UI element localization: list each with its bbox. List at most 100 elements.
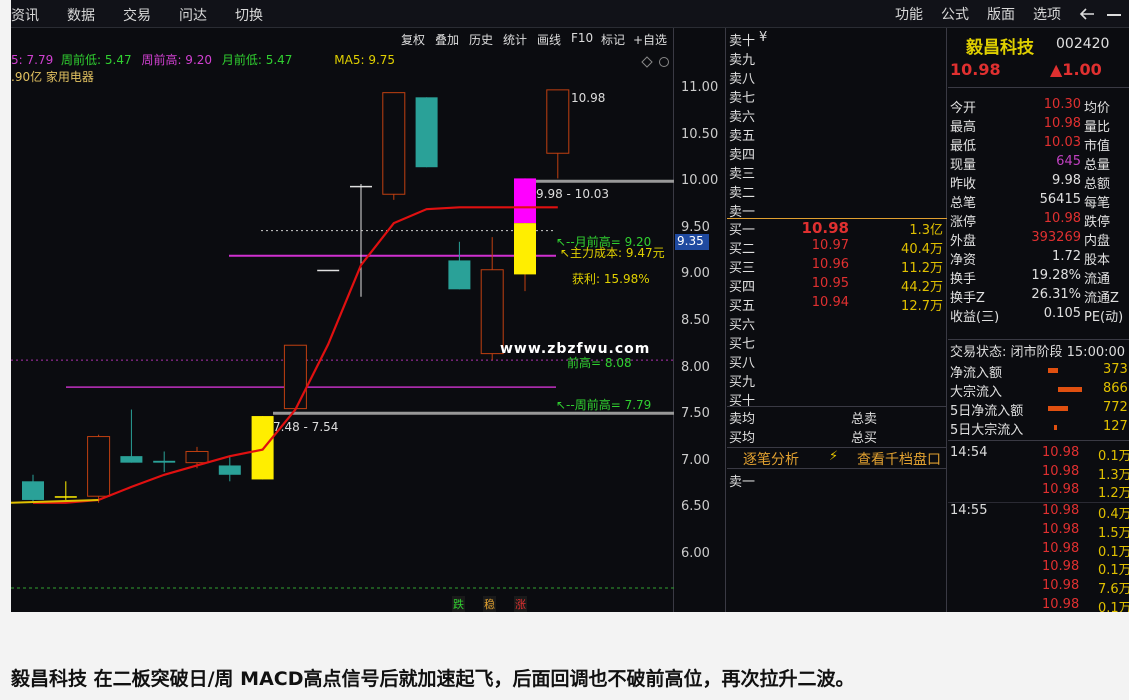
buy-level-label: 买五 — [729, 299, 756, 314]
menu-news[interactable]: 资讯 — [11, 5, 39, 25]
buy-level-8[interactable]: 买八 — [727, 352, 947, 371]
buy-level-2[interactable]: 买二 10.97 40.4万 — [727, 238, 947, 257]
menu-layout[interactable]: 版面 — [987, 4, 1015, 24]
quote-row-value: 9.98 — [1052, 173, 1081, 188]
candle-6 — [218, 456, 241, 482]
quote-row: 总笔 56415 每笔 — [948, 192, 1129, 211]
minimize-icon[interactable] — [1107, 14, 1121, 18]
sell-level-label: 卖十 — [729, 34, 756, 49]
buy-level-volume: 1.3亿 — [909, 223, 943, 238]
buy-level-1[interactable]: 买一 10.98 1.3亿 — [727, 219, 947, 238]
tool-f10[interactable]: F10 — [571, 31, 593, 45]
sell-level-6[interactable]: 卖六 — [727, 106, 947, 125]
menu-functions[interactable]: 功能 — [895, 4, 923, 24]
buy-level-price: 10.94 — [811, 295, 849, 310]
avg-buy-label: 买均 — [729, 431, 756, 446]
buy-level-9[interactable]: 买九 — [727, 371, 947, 390]
sell-level-label: 卖六 — [729, 110, 756, 125]
sell-level-8[interactable]: 卖八 — [727, 68, 947, 87]
buy-level-5[interactable]: 买五 10.94 12.7万 — [727, 295, 947, 314]
menu-formula[interactable]: 公式 — [941, 4, 969, 24]
buy-level-3[interactable]: 买三 10.96 11.2万 — [727, 257, 947, 276]
axis-tick-label: 7.00 — [681, 452, 710, 468]
sell-level-9[interactable]: 卖九 — [727, 49, 947, 68]
tool-history[interactable]: 历史 — [469, 31, 493, 48]
sell-level-7[interactable]: 卖七 — [727, 87, 947, 106]
sell-level-2[interactable]: 卖二 — [727, 182, 947, 201]
annotation-week-high: ↖--周前高= 7.79 — [556, 398, 652, 412]
candle-15 — [514, 178, 536, 292]
tab-tick-analysis[interactable]: 逐笔分析 — [743, 449, 799, 469]
price-change: ▲1.00 — [1050, 60, 1102, 79]
quote-row-value: 10.03 — [1043, 135, 1081, 150]
total-buy-label: 总买 — [851, 431, 878, 446]
tag-fall[interactable]: 跌 — [452, 596, 465, 612]
buy-level-4[interactable]: 买四 10.95 44.2万 — [727, 276, 947, 295]
buy-level-7[interactable]: 买七 — [727, 333, 947, 352]
sell-one-label: 卖一 — [729, 475, 756, 490]
menu-trade[interactable]: 交易 — [123, 5, 151, 25]
tag-stable[interactable]: 稳 — [483, 596, 496, 612]
buy-level-price: 10.97 — [811, 238, 849, 253]
quote-row-label2: PE(动) — [1084, 310, 1124, 325]
circle-icon[interactable] — [658, 56, 670, 68]
quote-row-label2: 总额 — [1084, 177, 1111, 192]
ma-early-line — [11, 498, 99, 504]
tick-row: 14:54 10.98 0.1万 — [948, 445, 1129, 464]
tool-overlay[interactable]: 叠加 — [435, 31, 459, 48]
menu-ask[interactable]: 问达 — [179, 5, 207, 25]
sell-level-10[interactable]: 卖十 ¥ — [727, 30, 947, 49]
annotation-profit: 获利: 15.98% — [572, 272, 650, 286]
axis-tick-label: 6.00 — [681, 546, 710, 561]
menu-data[interactable]: 数据 — [67, 5, 95, 25]
tool-restore-rights[interactable]: 复权 — [401, 31, 425, 48]
quote-row: 收益(三) 0.105 PE(动) — [948, 306, 1129, 325]
flow-value: 866 — [1103, 381, 1128, 396]
tool-add-watchlist[interactable]: +自选 — [633, 31, 667, 48]
candle-2 — [87, 434, 111, 503]
book-sep — [727, 406, 947, 407]
quote-row-label: 外盘 — [950, 234, 977, 249]
back-arrow-icon[interactable] — [1079, 7, 1095, 21]
sell-level-5[interactable]: 卖五 — [727, 125, 947, 144]
quote-row: 今开 10.30 均价 — [948, 97, 1129, 116]
tab-depth-view[interactable]: 查看千档盘口 — [857, 449, 941, 469]
sell-level-4[interactable]: 卖四 — [727, 144, 947, 163]
quote-row-value: 26.31% — [1031, 287, 1081, 302]
tick-price: 10.98 — [1042, 540, 1080, 556]
buy-level-6[interactable]: 买六 — [727, 314, 947, 333]
axis-tick-label: 6.50 — [681, 499, 710, 515]
tick-volume: 0.1万 — [1098, 544, 1129, 560]
tick-time: 14:54 — [950, 445, 988, 460]
buy-level-volume: 40.4万 — [901, 242, 943, 257]
quote-row: 最低 10.03 市值 — [948, 135, 1129, 154]
tick-price: 10.98 — [1042, 482, 1080, 498]
menu-switch[interactable]: 切换 — [235, 5, 263, 25]
tool-mark[interactable]: 标记 — [601, 31, 625, 48]
tick-row: 10.98 1.5万 — [948, 522, 1129, 541]
tick-volume: 0.1万 — [1098, 449, 1129, 464]
kline-chart[interactable]: 复权 叠加 历史 统计 画线 F10 标记 +自选 返回 5: 7.79 周前低… — [11, 28, 701, 612]
axis-tick-label: 10.00 — [681, 173, 719, 189]
indicator-first: 5: 7.79 — [11, 53, 54, 67]
buy-level-volume: 11.2万 — [901, 261, 943, 276]
avg-buy-row: 买均 总买 — [727, 427, 947, 446]
quote-row: 昨收 9.98 总额 — [948, 173, 1129, 192]
axis-tick-label: 11.00 — [681, 80, 719, 95]
candle-8 — [283, 344, 307, 411]
tag-rise[interactable]: 涨 — [514, 596, 527, 612]
trading-app: 资讯 数据 交易 问达 切换 功能 公式 版面 选项 复权 叠加 历史 统计 画… — [11, 0, 1129, 612]
tick-volume: 7.6万 — [1098, 581, 1129, 597]
menu-options[interactable]: 选项 — [1033, 4, 1061, 24]
tick-row: 10.98 0.1万 — [948, 597, 1129, 612]
tick-volume: 0.4万 — [1098, 507, 1129, 523]
quote-row-label2: 跌停 — [1084, 215, 1111, 230]
tool-draw-line[interactable]: 画线 — [537, 31, 561, 48]
quote-row-label2: 均价 — [1084, 101, 1111, 116]
diamond-icon[interactable] — [641, 56, 653, 68]
sell-level-label: 卖七 — [729, 91, 756, 106]
sell-level-3[interactable]: 卖三 — [727, 163, 947, 182]
tool-stats[interactable]: 统计 — [503, 31, 527, 48]
tick-price: 10.98 — [1042, 463, 1080, 479]
flow-value: 772 — [1103, 400, 1128, 415]
